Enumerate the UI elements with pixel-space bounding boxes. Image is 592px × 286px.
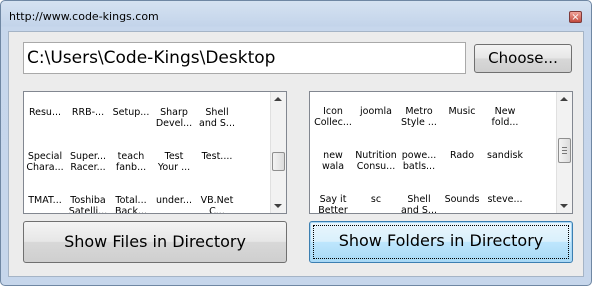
- list-item[interactable]: under...: [151, 195, 197, 206]
- list-item[interactable]: Sounds: [439, 194, 485, 205]
- show-folders-button[interactable]: Show Folders in Directory: [309, 221, 573, 263]
- app-window: http://www.code-kings.com × C:\Users\Cod…: [0, 0, 592, 286]
- list-item[interactable]: Super... Racer...: [65, 151, 111, 173]
- choose-button[interactable]: Choose...: [474, 44, 572, 73]
- list-item[interactable]: Shell and S...: [396, 194, 442, 213]
- list-item[interactable]: joomla: [353, 106, 399, 117]
- files-scrollbar[interactable]: [270, 92, 286, 213]
- folders-scroll-thumb[interactable]: [558, 138, 571, 163]
- files-scroll-thumb[interactable]: [272, 152, 285, 171]
- folders-scrollbar[interactable]: [556, 92, 572, 213]
- list-item[interactable]: Test Your ...: [151, 151, 197, 173]
- list-item[interactable]: Special Chara...: [24, 151, 68, 173]
- list-item[interactable]: Shell and S...: [194, 107, 240, 129]
- list-item[interactable]: teach fanb...: [108, 151, 154, 173]
- close-icon[interactable]: ×: [569, 11, 582, 23]
- list-item[interactable]: Metro Style ...: [396, 106, 442, 128]
- list-item[interactable]: sc: [353, 194, 399, 205]
- thumb-grip: [562, 147, 567, 148]
- list-item[interactable]: Sharp Devel...: [151, 107, 197, 129]
- list-item[interactable]: Icon Collec...: [310, 106, 356, 128]
- folders-listview[interactable]: Icon Collec... joomla Metro Style ... Music…: [309, 91, 573, 214]
- list-item[interactable]: steve...: [482, 194, 528, 205]
- thumb-grip: [562, 153, 567, 154]
- files-listview[interactable]: Resu... RRB-... Setup... Sharp Devel... Shel…: [23, 91, 287, 214]
- list-item[interactable]: Toshiba Satelli...: [65, 195, 111, 213]
- list-item[interactable]: powe... batls...: [396, 150, 442, 172]
- list-item[interactable]: Rado: [439, 150, 485, 161]
- list-item[interactable]: Total... Back...: [108, 195, 154, 213]
- path-textbox[interactable]: C:\Users\Code-Kings\Desktop: [23, 42, 466, 74]
- list-item[interactable]: New fold...: [482, 106, 528, 128]
- scroll-up-arrow-icon[interactable]: [560, 97, 568, 101]
- list-item[interactable]: new wala: [310, 150, 356, 172]
- thumb-grip: [562, 150, 567, 151]
- scroll-up-arrow-icon[interactable]: [274, 97, 282, 101]
- list-item[interactable]: Test....: [194, 151, 240, 162]
- focus-rectangle: [313, 225, 569, 259]
- list-item[interactable]: Music: [439, 106, 485, 117]
- list-item[interactable]: Setup...: [108, 107, 154, 118]
- scroll-down-arrow-icon[interactable]: [274, 204, 282, 208]
- title-bar[interactable]: http://www.code-kings.com ×: [1, 1, 591, 31]
- window-title: http://www.code-kings.com: [9, 10, 159, 23]
- list-item[interactable]: RRB-...: [65, 107, 111, 118]
- list-item[interactable]: VB.Net C...: [194, 195, 240, 213]
- list-item[interactable]: Nutrition Consu...: [353, 150, 399, 172]
- show-files-button[interactable]: Show Files in Directory: [23, 221, 287, 263]
- client-area: C:\Users\Code-Kings\Desktop Choose... Re…: [8, 31, 584, 277]
- scroll-down-arrow-icon[interactable]: [560, 204, 568, 208]
- list-item[interactable]: Say it Better: [310, 194, 356, 213]
- list-item[interactable]: TMAT...: [24, 195, 68, 206]
- list-item[interactable]: Resu...: [24, 107, 68, 118]
- list-item[interactable]: sandisk: [482, 150, 528, 161]
